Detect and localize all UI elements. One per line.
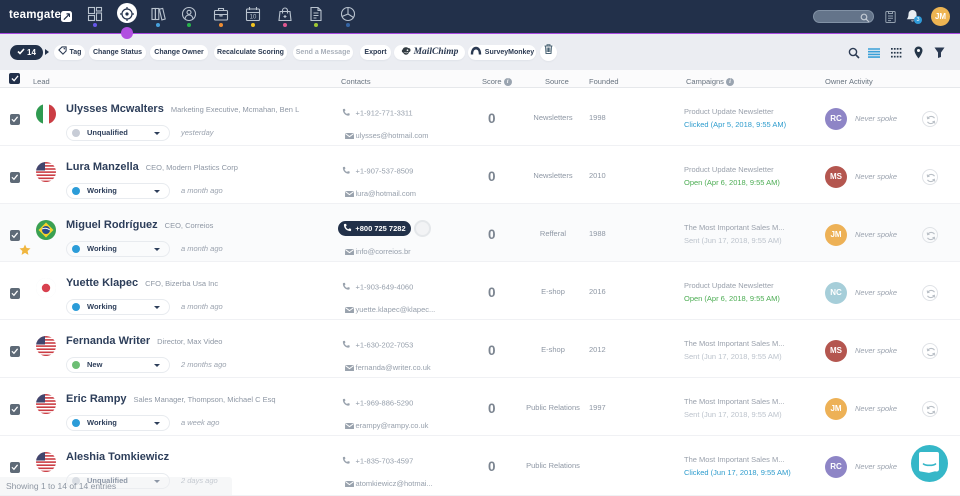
svg-text:10: 10 (250, 15, 257, 21)
